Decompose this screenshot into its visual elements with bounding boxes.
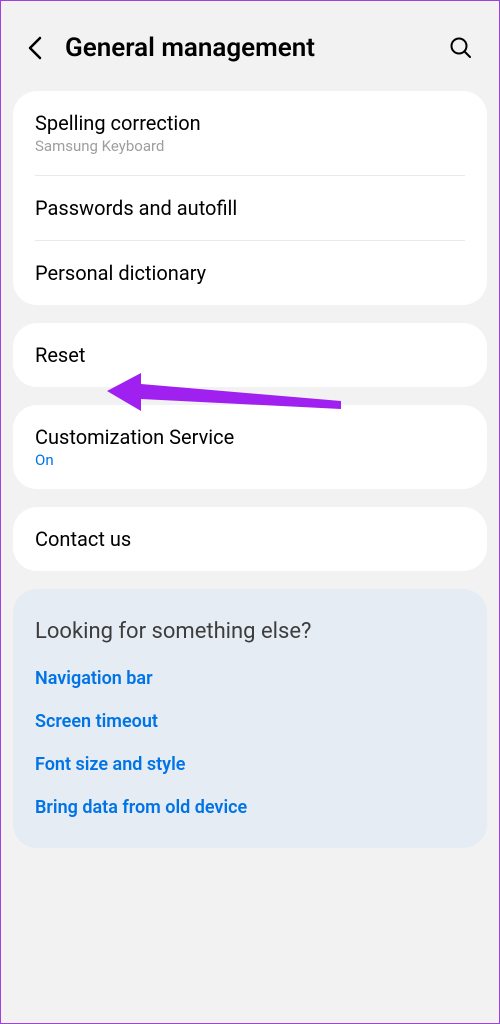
chevron-left-icon: [26, 35, 44, 61]
suggestion-navigation-bar[interactable]: Navigation bar: [35, 668, 465, 689]
item-title: Passwords and autofill: [35, 196, 465, 220]
item-status: On: [35, 451, 465, 469]
suggestion-bring-data[interactable]: Bring data from old device: [35, 797, 465, 818]
item-title: Customization Service: [35, 425, 465, 449]
settings-group-1: Spelling correction Samsung Keyboard Pas…: [13, 91, 487, 305]
header: General management: [13, 13, 487, 91]
suggestions-title: Looking for something else?: [35, 619, 465, 644]
suggestion-font-size[interactable]: Font size and style: [35, 754, 465, 775]
settings-group-4: Contact us: [13, 507, 487, 571]
page-title: General management: [65, 33, 447, 63]
item-title: Contact us: [35, 527, 465, 551]
item-title: Reset: [35, 343, 465, 367]
reset-item[interactable]: Reset: [13, 323, 487, 387]
back-button[interactable]: [21, 34, 49, 62]
item-title: Spelling correction: [35, 111, 465, 135]
suggestion-screen-timeout[interactable]: Screen timeout: [35, 711, 465, 732]
settings-group-2: Reset: [13, 323, 487, 387]
contact-us-item[interactable]: Contact us: [13, 507, 487, 571]
search-icon: [449, 36, 473, 60]
item-subtitle: Samsung Keyboard: [35, 137, 465, 155]
suggestions-card: Looking for something else? Navigation b…: [13, 589, 487, 848]
passwords-autofill-item[interactable]: Passwords and autofill: [13, 176, 487, 240]
customization-service-item[interactable]: Customization Service On: [13, 405, 487, 489]
personal-dictionary-item[interactable]: Personal dictionary: [13, 241, 487, 305]
search-button[interactable]: [447, 34, 475, 62]
item-title: Personal dictionary: [35, 261, 465, 285]
settings-group-3: Customization Service On: [13, 405, 487, 489]
spelling-correction-item[interactable]: Spelling correction Samsung Keyboard: [13, 91, 487, 175]
